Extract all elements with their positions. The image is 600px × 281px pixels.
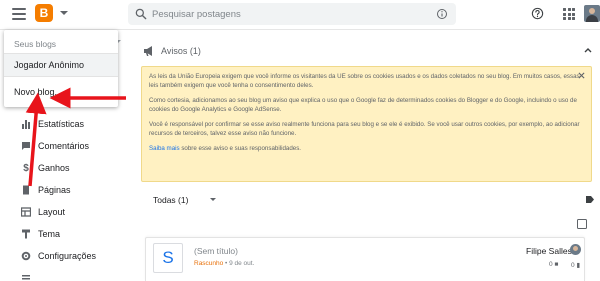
notice-learn-more: Saiba mais sobre esse aviso e suas respo…: [149, 144, 584, 153]
sidebar-item-partial[interactable]: [0, 268, 130, 281]
post-thumbnail: S: [153, 243, 183, 273]
search-bar: [128, 3, 456, 25]
avatar: [570, 244, 581, 255]
view-count: 0 ▮: [571, 261, 580, 269]
layout-icon: [21, 207, 31, 217]
sidebar-item-label: Configurações: [38, 251, 97, 261]
comment-count-value: 0: [549, 261, 553, 268]
menu-item-label: Novo blog...: [14, 87, 63, 97]
menu-header: Seus blogs: [14, 39, 57, 49]
cookie-notice: As leis da União Europeia exigem que voc…: [141, 66, 592, 182]
notice-paragraph: As leis da União Europeia exigem que voc…: [149, 73, 580, 89]
chevron-down-icon[interactable]: [210, 198, 216, 201]
blog-switcher-menu: Seus blogs Jogador Anônimo Novo blog...: [4, 30, 118, 107]
view-count-value: 0: [571, 262, 575, 269]
blogger-logo-icon[interactable]: B: [35, 4, 53, 22]
new-blog-menu-item[interactable]: Novo blog...: [4, 83, 118, 101]
search-input[interactable]: [152, 6, 432, 22]
menu-icon[interactable]: [12, 8, 26, 20]
page-icon: [23, 185, 29, 195]
sidebar-item-label: Ganhos: [38, 163, 70, 173]
theme-icon: [22, 229, 30, 239]
apps-grid-icon[interactable]: [563, 8, 575, 20]
list-icon: [22, 275, 30, 280]
post-status: Rascunho: [194, 260, 224, 267]
filter-label: Todas (1): [153, 195, 189, 205]
notices-title: Avisos (1): [161, 46, 201, 56]
sidebar-item-comments[interactable]: Comentários: [0, 136, 130, 156]
sidebar-item-label: Layout: [38, 207, 66, 217]
menu-item-blog[interactable]: Jogador Anônimo: [4, 54, 118, 76]
main-content: Avisos (1) As leis da União Europeia exi…: [130, 30, 600, 281]
dollar-icon: $: [23, 162, 29, 174]
info-icon[interactable]: [436, 8, 448, 20]
sidebar-item-settings[interactable]: Configurações: [0, 246, 130, 266]
chevron-up-icon[interactable]: [584, 47, 592, 53]
post-date: • 9 de out.: [225, 260, 255, 267]
search-icon[interactable]: [134, 7, 148, 21]
top-bar: B: [0, 0, 600, 30]
sidebar-item-layout[interactable]: Layout: [0, 202, 130, 222]
sidebar-item-earnings[interactable]: $ Ganhos: [0, 158, 130, 178]
notice-paragraph: Como cortesia, adicionamos ao seu blog u…: [149, 97, 577, 113]
comment-icon: ■: [554, 261, 559, 268]
sidebar-item-stats[interactable]: Estatísticas: [0, 114, 130, 134]
close-icon[interactable]: [578, 72, 585, 79]
help-icon[interactable]: [531, 7, 544, 20]
learn-more-text: sobre esse aviso e suas responsabilidade…: [179, 145, 302, 152]
blog-switcher-chevron-icon[interactable]: [60, 11, 68, 15]
sidebar-item-label: Estatísticas: [38, 119, 85, 129]
post-title[interactable]: (Sem título): [194, 246, 238, 256]
sidebar-item-label: Tema: [38, 229, 61, 239]
label-icon[interactable]: [586, 196, 594, 203]
learn-more-link[interactable]: Saiba mais: [149, 145, 180, 152]
comment-count: 0 ■: [549, 261, 558, 268]
sidebar-item-pages[interactable]: Páginas: [0, 180, 130, 200]
post-row[interactable]: S (Sem título) Rascunho • 9 de out. Fili…: [145, 237, 585, 281]
sidebar-item-label: Comentários: [38, 141, 90, 151]
bar-chart-icon: ▮: [576, 262, 581, 269]
post-author: Filipe Salles: [526, 246, 572, 256]
select-all-checkbox[interactable]: [577, 219, 587, 229]
megaphone-icon: [144, 46, 152, 56]
bar-chart-icon: [22, 120, 30, 129]
comment-icon: [22, 142, 30, 150]
sidebar-item-label: Páginas: [38, 185, 71, 195]
gear-icon: [21, 251, 31, 261]
sidebar-item-theme[interactable]: Tema: [0, 224, 130, 244]
menu-item-label: Jogador Anônimo: [14, 60, 85, 70]
post-filter-dropdown[interactable]: Todas (1): [153, 195, 188, 205]
avatar[interactable]: [584, 5, 600, 22]
notice-paragraph: Você é responsável por confirmar se esse…: [149, 121, 580, 137]
divider: [4, 76, 118, 77]
